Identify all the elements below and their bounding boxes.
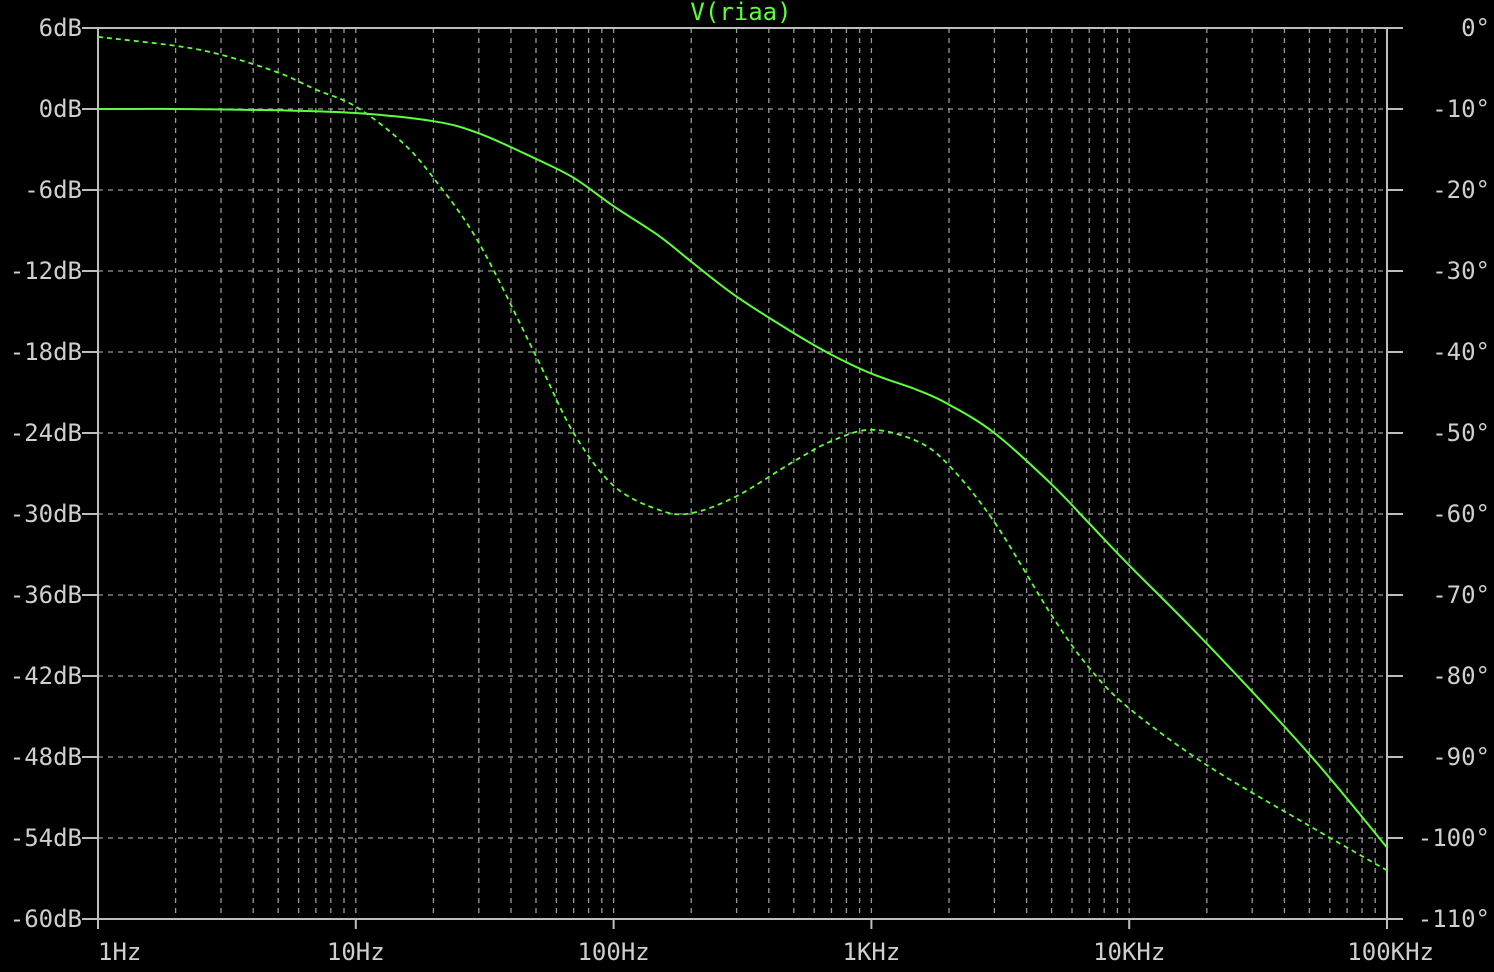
left-tick-label: -12dB — [10, 257, 82, 285]
left-tick-label: -36dB — [10, 581, 82, 609]
magnitude-series-line — [97, 107, 1388, 849]
x-tick-label: 1Hz — [98, 938, 141, 966]
plot-frame — [97, 27, 1388, 920]
right-tick-label: 0° — [1461, 14, 1490, 42]
left-tick-label: -60dB — [10, 905, 82, 933]
right-tick-label: -60° — [1432, 500, 1490, 528]
right-tick-label: -70° — [1432, 581, 1490, 609]
right-tick-label: -90° — [1432, 743, 1490, 771]
left-tick-label: -18dB — [10, 338, 82, 366]
x-tick-label: 10Hz — [327, 938, 385, 966]
right-tick-label: -40° — [1432, 338, 1490, 366]
left-tick-label: -48dB — [10, 743, 82, 771]
series-group — [97, 36, 1388, 872]
bode-plot: V(riaa) 6dB 0dB -6dB -12dB -18dB -24dB -30dB -3… — [10, 0, 1490, 966]
left-tick-label: -30dB — [10, 500, 82, 528]
phase-series-line — [97, 36, 1388, 872]
x-axis-labels: 1Hz 10Hz 100Hz 1KHz 10KHz 100KHz — [98, 938, 1434, 966]
right-tick-label: -10° — [1432, 95, 1490, 123]
x-tick-label: 1KHz — [843, 938, 901, 966]
right-tick-label: -100° — [1418, 824, 1490, 852]
left-axis-labels: 6dB 0dB -6dB -12dB -18dB -24dB -30dB -36dB -42dB… — [10, 14, 82, 933]
x-tick-label: 100Hz — [577, 938, 649, 966]
left-tick-label: 6dB — [39, 14, 82, 42]
left-tick-label: 0dB — [39, 95, 82, 123]
tick-marks — [82, 27, 1403, 929]
left-tick-label: -6dB — [24, 176, 82, 204]
right-tick-label: -20° — [1432, 176, 1490, 204]
right-axis-labels: 0° -10° -20° -30° -40° -50° -60° -70° -80° -90° -1… — [1418, 14, 1490, 933]
left-tick-label: -54dB — [10, 824, 82, 852]
grid-lines — [98, 28, 1387, 919]
chart-title: V(riaa) — [690, 0, 791, 26]
x-tick-label: 10KHz — [1093, 938, 1165, 966]
right-tick-label: -30° — [1432, 257, 1490, 285]
right-tick-label: -110° — [1418, 905, 1490, 933]
right-tick-label: -80° — [1432, 662, 1490, 690]
right-tick-label: -50° — [1432, 419, 1490, 447]
left-tick-label: -24dB — [10, 419, 82, 447]
x-tick-label: 100KHz — [1347, 938, 1434, 966]
left-tick-label: -42dB — [10, 662, 82, 690]
